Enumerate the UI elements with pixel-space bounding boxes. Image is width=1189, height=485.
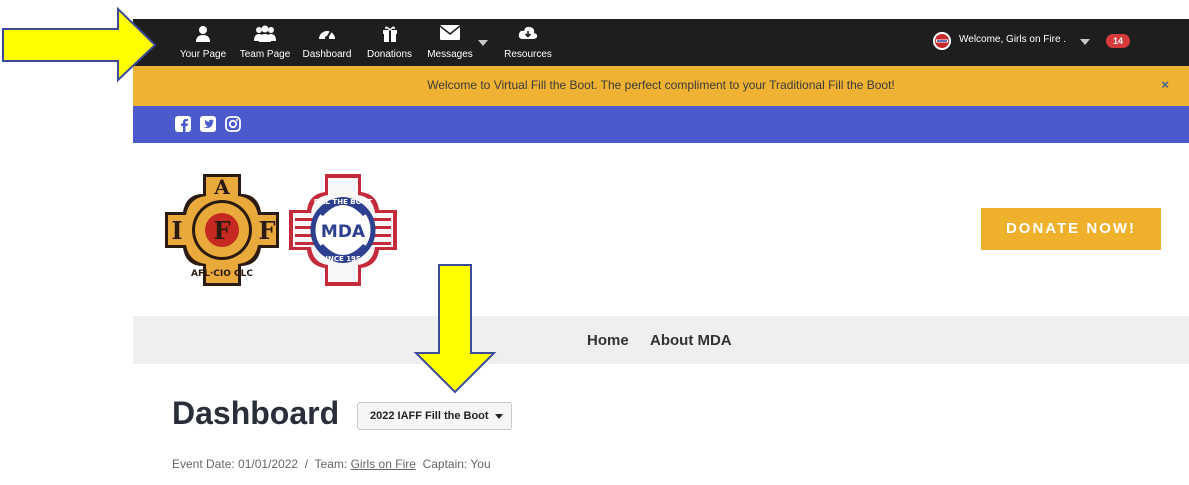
facebook-icon[interactable]	[175, 116, 191, 132]
nav-messages[interactable]: Messages	[422, 19, 478, 66]
annotation-arrow-right	[2, 7, 157, 83]
event-meta: Event Date: 01/01/2022 / Team: Girls on …	[172, 457, 491, 471]
iaff-logo-top: A	[213, 175, 230, 199]
iaff-logo-bottom: AFL·CIO CLC	[191, 269, 253, 279]
notification-badge[interactable]: 14	[1106, 34, 1131, 48]
team-link[interactable]: Girls on Fire	[351, 457, 416, 471]
nav-team-page-label: Team Page	[239, 49, 291, 60]
site-menu: Home About MDA	[133, 316, 1189, 364]
team-icon	[254, 25, 276, 42]
captain-label: Captain: You	[415, 457, 491, 471]
user-menu-dropdown-icon[interactable]	[1080, 39, 1090, 45]
nav-resources-label: Resources	[504, 49, 552, 60]
nav-dashboard-label: Dashboard	[302, 49, 352, 60]
iaff-logo: A I F F AFL·CIO CLC	[165, 174, 279, 286]
welcome-text[interactable]: Welcome, Girls on Fire .	[959, 34, 1066, 45]
twitter-icon[interactable]	[200, 116, 216, 132]
dashboard-icon	[319, 30, 335, 40]
annotation-arrow-down	[413, 264, 497, 394]
mda-logo-bottom: SINCE 1954	[320, 255, 365, 263]
event-date-label: Event Date: 01/01/2022 / Team:	[172, 457, 351, 471]
instagram-icon[interactable]	[225, 116, 241, 132]
mda-logo-top: FILL THE BOOT	[314, 198, 373, 206]
menu-home-link[interactable]: Home	[587, 332, 629, 349]
nav-dashboard[interactable]: Dashboard	[297, 19, 357, 66]
social-bar	[133, 106, 1189, 143]
close-icon[interactable]: ×	[1161, 77, 1169, 92]
nav-resources[interactable]: Resources	[499, 19, 557, 66]
page-title: Dashboard	[172, 395, 340, 431]
iaff-logo-letter-left: I	[171, 216, 182, 245]
user-avatar-icon[interactable]	[933, 32, 951, 50]
nav-team-page[interactable]: Team Page	[236, 19, 294, 66]
nav-your-page-label: Your Page	[179, 49, 227, 60]
envelope-icon	[440, 25, 460, 40]
chevron-down-icon	[494, 414, 503, 419]
nav-your-page[interactable]: Your Page	[173, 19, 233, 66]
nav-donations-label: Donations	[366, 49, 413, 60]
nav-messages-label: Messages	[427, 49, 473, 60]
event-select-value: 2022 IAFF Fill the Boot	[370, 410, 489, 422]
event-select[interactable]: 2022 IAFF Fill the Boot	[357, 402, 512, 430]
iaff-logo-letter-center: F	[213, 216, 230, 245]
donate-now-button[interactable]: DONATE NOW!	[981, 208, 1161, 250]
nav-donations[interactable]: Donations	[362, 19, 417, 66]
iaff-logo-letter-right: F	[258, 216, 275, 245]
banner-text: Welcome to Virtual Fill the Boot. The pe…	[427, 78, 895, 92]
gift-icon	[382, 26, 397, 42]
mda-logo: FILL THE BOOT MDA SINCE 1954	[289, 174, 397, 286]
user-icon	[196, 26, 210, 42]
top-nav-bar: Your Page Team Page Dashboard Donations …	[133, 19, 1189, 66]
messages-dropdown-icon[interactable]	[478, 40, 488, 46]
menu-about-mda-link[interactable]: About MDA	[650, 332, 732, 349]
announcement-banner: Welcome to Virtual Fill the Boot. The pe…	[133, 66, 1189, 106]
cloud-download-icon	[518, 26, 538, 39]
mda-logo-center: MDA	[321, 222, 366, 242]
